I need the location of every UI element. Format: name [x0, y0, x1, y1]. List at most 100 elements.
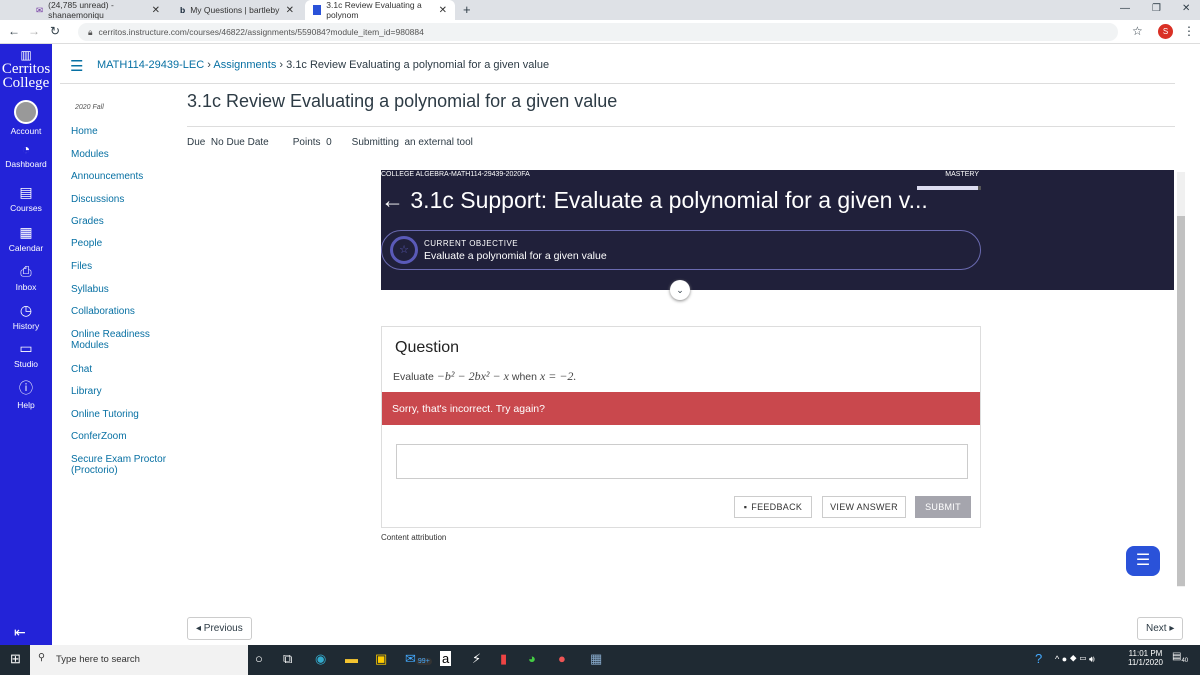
reload-icon[interactable]: ↻ [50, 24, 60, 38]
course-nav-chat[interactable]: Chat [71, 364, 181, 375]
office-icon[interactable]: ▮ [500, 651, 507, 667]
breadcrumb-assignments[interactable]: Assignments [213, 59, 276, 71]
chat-icon[interactable]: ☰ [1126, 546, 1160, 576]
nav-studio[interactable]: ▭ Studio [0, 340, 52, 369]
breadcrumb: MATH114-29439-LEC › Assignments › 3.1c R… [97, 59, 550, 71]
book-icon: ▤ [19, 184, 33, 200]
app-icon[interactable]: ⚡︎ [472, 651, 481, 667]
next-button[interactable]: Next ▸ [1137, 617, 1184, 640]
notification-icon[interactable]: ▤40 [1172, 651, 1188, 664]
windows-start-icon[interactable]: ⊞ [10, 651, 21, 667]
close-icon[interactable]: ✕ [439, 5, 447, 16]
star-icon[interactable]: ☆ [1132, 24, 1143, 38]
back-arrow-icon[interactable]: ← [381, 187, 404, 213]
chrome-icon[interactable]: ◕ [528, 651, 536, 666]
cerritos-logo[interactable]: ▥ Cerritos College [0, 48, 52, 91]
course-nav-online-tutoring[interactable]: Online Tutoring [71, 409, 181, 420]
lock-icon: 🔒︎ [88, 26, 93, 37]
course-nav-grades[interactable]: Grades [71, 216, 181, 227]
clock-icon: ◷ [19, 302, 33, 318]
tab-mail[interactable]: ✉ (24,785 unread) - shanaemoniqu ✕ [28, 0, 168, 20]
close-icon[interactable]: ✕ [286, 5, 294, 16]
scrollbar[interactable] [1177, 172, 1185, 587]
course-nav-modules[interactable]: Modules [71, 149, 181, 160]
star-icon: ☆ [390, 236, 418, 264]
powerpoint-icon[interactable]: ● [558, 651, 566, 666]
calendar-icon: ▦ [19, 224, 33, 240]
nav-calendar[interactable]: ▦ Calendar [0, 224, 52, 253]
tab-bartleby[interactable]: b My Questions | bartleby ✕ [172, 0, 302, 20]
course-nav-proctorio[interactable]: Secure Exam Proctor (Proctorio) [71, 454, 171, 476]
taskbar-search[interactable]: ⚲ Type here to search [30, 645, 248, 675]
course-nav-library[interactable]: Library [71, 386, 181, 397]
previous-button[interactable]: ◂ Previous [187, 617, 252, 640]
course-nav-home[interactable]: Home [71, 126, 181, 137]
course-nav-announcements[interactable]: Announcements [71, 171, 181, 182]
tool-header: COLLEGE ALGEBRA-MATH114-29439-2020FA MAS… [381, 170, 1174, 290]
new-tab-button[interactable]: + [463, 2, 471, 17]
nav-account[interactable]: Account [0, 100, 52, 136]
course-nav-discussions[interactable]: Discussions [71, 194, 181, 205]
calculator-icon[interactable]: ▦ [590, 651, 602, 667]
forward-icon[interactable]: → [28, 24, 40, 38]
collapse-nav-icon[interactable]: ⇤ [14, 624, 26, 641]
course-nav-online-readiness[interactable]: Online Readiness Modules [71, 329, 161, 351]
dashboard-icon: ◔ [21, 141, 31, 157]
canvas-icon [313, 5, 322, 15]
cortana-icon[interactable]: ○ [255, 651, 263, 666]
avatar [14, 100, 38, 124]
question-text: Evaluate −b² − 2bx² − x when x = −2. [393, 369, 577, 383]
tab-canvas[interactable]: 3.1c Review Evaluating a polynom ✕ [305, 0, 455, 20]
global-nav: ▥ Cerritos College Account ◔ Dashboard ▤ Cou… [0, 44, 52, 645]
course-nav-files[interactable]: Files [71, 261, 181, 272]
help-icon[interactable]: ? [1035, 651, 1042, 666]
content-attribution-link[interactable]: Content attribution [381, 533, 446, 542]
question-card: Question Evaluate −b² − 2bx² − x when x … [381, 326, 981, 528]
task-view-icon[interactable]: ⧉ [283, 651, 292, 667]
close-window-button[interactable]: ✕ [1182, 3, 1190, 14]
course-nav-people[interactable]: People [71, 238, 181, 249]
studio-icon: ▭ [19, 340, 33, 356]
mail-icon[interactable]: ✉ 99+ [405, 651, 432, 667]
bartleby-icon: b [180, 5, 186, 15]
error-banner: Sorry, that's incorrect. Try again? [382, 392, 980, 425]
system-tray-icons[interactable]: ^ ● ⯁ ▭ 🔊︎ [1055, 654, 1095, 665]
nav-courses[interactable]: ▤ Courses [0, 184, 52, 213]
store-icon[interactable]: ▣ [375, 651, 387, 667]
course-nav-collaborations[interactable]: Collaborations [71, 306, 181, 317]
assignment-details: Due No Due Date Points 0 Submitting an ext… [187, 137, 473, 148]
nav-dashboard[interactable]: ◔ Dashboard [0, 141, 52, 169]
course-nav-syllabus[interactable]: Syllabus [71, 284, 181, 295]
inbox-icon: ⎙ [20, 263, 32, 279]
hamburger-menu-icon[interactable]: ☰ [70, 57, 83, 75]
chevron-down-icon[interactable]: ⌄ [670, 280, 690, 300]
view-answer-button[interactable]: VIEW ANSWER [822, 496, 906, 518]
amazon-icon[interactable]: a [440, 651, 452, 666]
nav-inbox[interactable]: ⎙ Inbox [0, 263, 52, 292]
divider [60, 83, 1175, 84]
url-field[interactable]: 🔒︎ cerritos.instructure.com/courses/46822… [78, 23, 1118, 41]
maximize-button[interactable]: ❐ [1152, 3, 1161, 14]
clock[interactable]: 11:01 PM 11/1/2020 [1128, 649, 1163, 667]
nav-history[interactable]: ◷ History [0, 302, 52, 331]
answer-input[interactable] [396, 444, 968, 479]
menu-icon[interactable]: ⋮ [1183, 24, 1195, 38]
browser-tab-bar: ✉ (24,785 unread) - shanaemoniqu ✕ b My Que… [0, 0, 1200, 20]
course-nav-conferzoom[interactable]: ConferZoom [71, 431, 181, 442]
back-icon[interactable]: ← [8, 24, 20, 38]
divider [187, 126, 1175, 127]
breadcrumb-course[interactable]: MATH114-29439-LEC [97, 59, 204, 71]
file-explorer-icon[interactable]: ▬ [345, 651, 358, 666]
profile-avatar[interactable]: S [1158, 24, 1173, 39]
edge-icon[interactable]: ◉ [315, 651, 326, 667]
feedback-button[interactable]: ▪ FEEDBACK [734, 496, 812, 518]
current-objective: ☆ CURRENT OBJECTIVE Evaluate a polynomia… [381, 230, 981, 270]
submit-button[interactable]: SUBMIT [915, 496, 971, 518]
search-icon: ⚲ [38, 652, 45, 663]
mail-icon: ✉ [36, 4, 44, 15]
minimize-button[interactable]: — [1120, 3, 1130, 14]
nav-help[interactable]: ⓘ Help [0, 378, 52, 410]
comment-icon: ▪ [743, 502, 748, 512]
close-icon[interactable]: ✕ [152, 5, 160, 16]
help-icon: ⓘ [19, 380, 33, 396]
